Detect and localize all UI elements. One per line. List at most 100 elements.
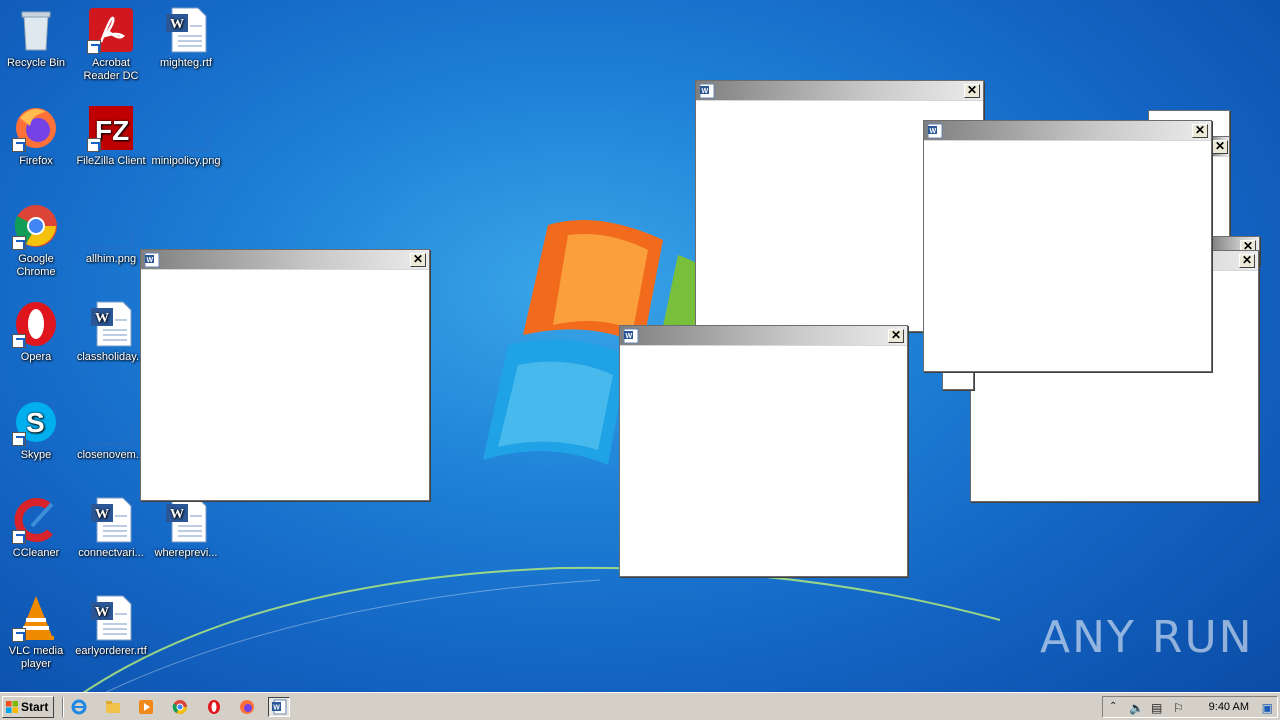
clock[interactable]: 9:40 AM <box>1209 701 1249 713</box>
word-app-icon: W <box>927 123 943 139</box>
word-doc-icon: W <box>91 595 132 641</box>
word-app-icon: W <box>699 83 715 99</box>
title-bar[interactable]: W ✕ <box>620 326 907 346</box>
dialog-window-center[interactable]: W ✕ <box>619 325 908 577</box>
close-button[interactable]: ✕ <box>964 84 980 98</box>
show-hidden-icons-icon[interactable]: ⌃ <box>1109 701 1117 712</box>
explorer-icon <box>106 701 120 713</box>
svg-text:W: W <box>95 311 109 326</box>
desktop-icon-label: mighteg.rtf <box>160 57 212 69</box>
desktop-icon-label: whereprevi... <box>154 547 218 559</box>
desktop-icon-filezilla[interactable]: FZ FileZilla Client <box>73 104 149 168</box>
windows-flag-icon <box>6 701 18 713</box>
desktop-icon-earlyorderer[interactable]: W earlyorderer.rtf <box>73 594 149 658</box>
volume-icon[interactable]: 🔈 <box>1129 701 1144 715</box>
desktop-icon-label: Acrobat Reader DC <box>83 57 139 82</box>
desktop-icon-opera[interactable]: Opera <box>0 300 74 364</box>
shortcut-arrow-icon <box>12 138 26 152</box>
desktop-icon-allhim[interactable]: allhim.png <box>73 202 149 266</box>
image-file-icon <box>89 424 134 445</box>
taskbar-chrome-button[interactable] <box>169 697 191 717</box>
close-button[interactable]: ✕ <box>1239 254 1255 268</box>
svg-text:S: S <box>26 407 45 438</box>
image-file-icon <box>89 228 134 249</box>
action-center-flag-icon[interactable]: ⚐ <box>1173 701 1184 715</box>
desktop-icon-connectvari[interactable]: W connectvari... <box>73 496 149 560</box>
svg-text:W: W <box>95 605 109 620</box>
desktop-icon-label: closenovem... <box>77 449 145 461</box>
close-button[interactable]: ✕ <box>1212 140 1228 154</box>
close-button[interactable]: ✕ <box>1192 124 1208 138</box>
desktop-icon-label: allhim.png <box>85 253 137 265</box>
title-bar[interactable]: W ✕ <box>141 250 429 270</box>
svg-text:W: W <box>930 128 937 135</box>
close-button[interactable]: ✕ <box>888 329 904 343</box>
desktop-icon-ccleaner[interactable]: CCleaner <box>0 496 74 560</box>
dialog-window-left[interactable]: W ✕ <box>140 249 430 501</box>
taskbar-media-player-button[interactable] <box>135 697 157 717</box>
start-label: Start <box>21 700 49 714</box>
word-doc-icon: W <box>166 497 207 543</box>
shortcut-arrow-icon <box>12 432 26 446</box>
shortcut-arrow-icon <box>12 530 26 544</box>
close-button[interactable]: ✕ <box>410 253 426 267</box>
taskbar-explorer-button[interactable] <box>102 697 124 717</box>
word-doc-icon: W <box>91 301 132 347</box>
recycle-bin-icon <box>21 11 51 51</box>
desktop-icon-firefox[interactable]: Firefox <box>0 104 74 168</box>
svg-text:W: W <box>170 17 184 32</box>
dialog-window-front[interactable]: W ✕ <box>923 120 1212 372</box>
desktop-icon-label: Google Chrome <box>16 253 56 278</box>
svg-text:W: W <box>702 88 709 95</box>
desktop-icon-label: Recycle Bin <box>6 57 66 69</box>
word-app-icon: W <box>623 328 639 344</box>
desktop-icon-label: earlyorderer.rtf <box>75 645 147 657</box>
media-player-icon <box>139 700 153 714</box>
desktop-icon-label: FileZilla Client <box>76 155 146 167</box>
desktop-icon-recycle-bin[interactable]: Recycle Bin <box>0 6 74 70</box>
desktop-icon-acrobat[interactable]: Acrobat Reader DC <box>73 6 149 83</box>
desktop-icon-classholiday[interactable]: W classholiday... <box>73 300 149 364</box>
desktop-icon-label: CCleaner <box>12 547 60 559</box>
system-tray: ⌃ 🔈 ▤ ⚐ 9:40 AM ▣ <box>1102 696 1278 718</box>
taskbar: Start W ⌃ 🔈 ▤ ⚐ 9:40 AM ▣ <box>0 692 1280 720</box>
desktop-icon-label: classholiday... <box>76 351 146 363</box>
svg-text:W: W <box>170 507 184 522</box>
desktop-icon-label: VLC media player <box>8 645 64 670</box>
dialog-window-back-2[interactable]: ✕ <box>1210 136 1230 246</box>
svg-text:W: W <box>626 333 633 340</box>
taskbar-word-button[interactable]: W <box>268 697 290 717</box>
desktop-icon-chrome[interactable]: Google Chrome <box>0 202 74 279</box>
desktop-icon-label: minipolicy.png <box>151 155 221 167</box>
title-bar[interactable]: ✕ <box>1211 137 1229 157</box>
desktop-icon-mighteg[interactable]: W mighteg.rtf <box>148 6 224 70</box>
start-button[interactable]: Start <box>2 696 54 718</box>
desktop-icon-label: Opera <box>20 351 52 363</box>
shortcut-arrow-icon <box>87 40 101 54</box>
chrome-icon <box>172 700 187 714</box>
taskbar-opera-button[interactable] <box>203 697 225 717</box>
show-desktop-icon[interactable]: ▣ <box>1262 701 1273 715</box>
network-icon[interactable]: ▤ <box>1151 701 1162 715</box>
taskbar-ie-button[interactable] <box>68 697 90 717</box>
title-bar[interactable]: W ✕ <box>696 81 983 101</box>
desktop-icon-minipolicy[interactable]: minipolicy.png <box>148 104 224 168</box>
word-app-icon: W <box>144 252 160 268</box>
desktop-icon-skype[interactable]: S Skype <box>0 398 74 462</box>
desktop-icon-vlc[interactable]: VLC media player <box>0 594 74 671</box>
taskbar-firefox-button[interactable] <box>236 697 258 717</box>
svg-text:W: W <box>273 705 280 712</box>
desktop-icon-closenovem[interactable]: closenovem... <box>73 398 149 462</box>
word-doc-icon: W <box>91 497 132 543</box>
shortcut-arrow-icon <box>12 236 26 250</box>
word-icon: W <box>272 699 287 715</box>
title-bar[interactable]: W ✕ <box>924 121 1211 141</box>
anyrun-watermark: ANY RUN <box>1040 612 1254 663</box>
svg-text:W: W <box>95 507 109 522</box>
shortcut-arrow-icon <box>87 138 101 152</box>
desktop-icon-whereprevi[interactable]: W whereprevi... <box>148 496 224 560</box>
desktop-icon-label: Skype <box>20 449 52 461</box>
image-file-icon <box>164 130 209 151</box>
desktop-icon-label: Firefox <box>19 155 53 167</box>
firefox-icon <box>240 700 254 714</box>
